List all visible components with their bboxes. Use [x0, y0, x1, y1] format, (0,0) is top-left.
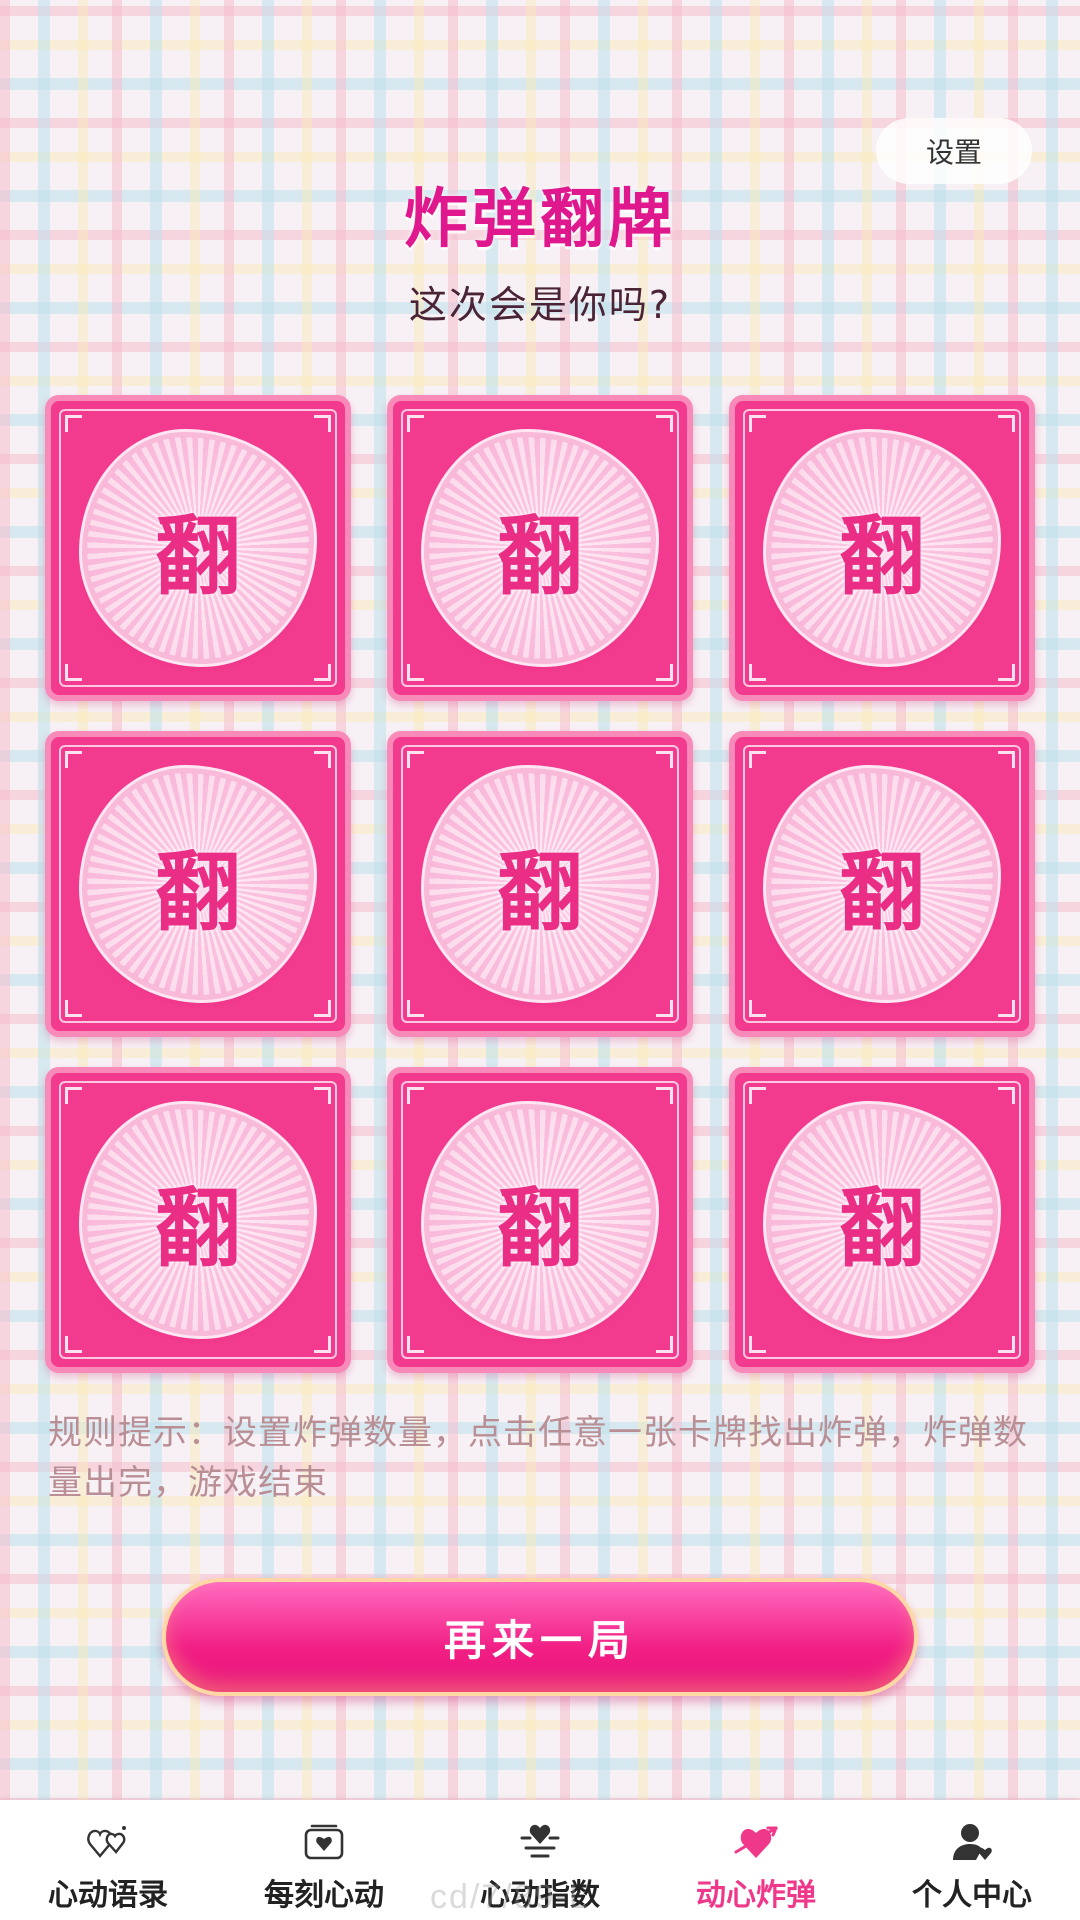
watermark: cd/7/89-L: [430, 1878, 590, 1916]
card-label: 翻: [839, 506, 925, 607]
flip-card[interactable]: 翻: [729, 1067, 1035, 1373]
card-badge: 翻: [87, 1109, 309, 1331]
card-corner-ornament: [407, 1087, 424, 1104]
card-corner-ornament: [314, 1087, 331, 1104]
card-corner-ornament: [407, 664, 424, 681]
card-corner-ornament: [749, 1336, 766, 1353]
tab-love-quotes[interactable]: 心动语录: [0, 1800, 216, 1920]
card-corner-ornament: [749, 415, 766, 432]
card-corner-ornament: [656, 1336, 673, 1353]
card-corner-ornament: [407, 415, 424, 432]
card-badge: 翻: [771, 773, 993, 995]
card-corner-ornament: [407, 751, 424, 768]
card-corner-ornament: [998, 1087, 1015, 1104]
card-corner-ornament: [656, 664, 673, 681]
flip-card[interactable]: 翻: [729, 731, 1035, 1037]
flip-card[interactable]: 翻: [387, 395, 693, 701]
card-corner-ornament: [65, 415, 82, 432]
card-corner-ornament: [314, 1000, 331, 1017]
card-corner-ornament: [407, 1000, 424, 1017]
card-corner-ornament: [656, 751, 673, 768]
card-badge: 翻: [771, 1109, 993, 1331]
arrow-heart-icon: [734, 1822, 778, 1862]
user-icon: [950, 1822, 994, 1862]
card-corner-ornament: [656, 415, 673, 432]
card-corner-ornament: [749, 1087, 766, 1104]
tab-every-moment[interactable]: 每刻心动: [216, 1800, 432, 1920]
card-corner-ornament: [749, 664, 766, 681]
flip-card[interactable]: 翻: [45, 1067, 351, 1373]
card-corner-ornament: [749, 751, 766, 768]
tab-label: 每刻心动: [264, 1878, 384, 1913]
tab-label: 个人中心: [912, 1878, 1032, 1913]
card-label: 翻: [497, 506, 583, 607]
card-label: 翻: [497, 842, 583, 943]
page-subtitle: 这次会是你吗?: [408, 283, 672, 327]
card-corner-ornament: [407, 1336, 424, 1353]
tab-label: 动心炸弹: [696, 1878, 816, 1913]
card-badge: 翻: [429, 1109, 651, 1331]
card-corner-ornament: [65, 1087, 82, 1104]
hearts-icon: [86, 1822, 130, 1862]
card-corner-ornament: [998, 1000, 1015, 1017]
card-label: 翻: [155, 506, 241, 607]
rules-hint: 规则提示：设置炸弹数量，点击任意一张卡牌找出炸弹，炸弹数量出完，游戏结束: [48, 1413, 1028, 1503]
card-badge: 翻: [771, 437, 993, 659]
flip-card[interactable]: 翻: [45, 731, 351, 1037]
card-corner-ornament: [998, 664, 1015, 681]
card-badge: 翻: [429, 773, 651, 995]
card-corner-ornament: [314, 1336, 331, 1353]
flip-card[interactable]: 翻: [387, 731, 693, 1037]
card-corner-ornament: [314, 751, 331, 768]
card-grid: 翻 翻 翻 翻 翻 翻 翻 翻 翻: [45, 395, 1035, 1373]
card-label: 翻: [839, 842, 925, 943]
play-again-button[interactable]: 再来一局: [162, 1578, 918, 1696]
card-badge: 翻: [87, 773, 309, 995]
card-badge: 翻: [429, 437, 651, 659]
flip-card[interactable]: 翻: [45, 395, 351, 701]
card-corner-ornament: [65, 751, 82, 768]
card-label: 翻: [155, 1178, 241, 1279]
page-title: 炸弹翻牌: [404, 183, 676, 257]
card-label: 翻: [497, 1178, 583, 1279]
card-label: 翻: [839, 1178, 925, 1279]
card-corner-ornament: [65, 664, 82, 681]
card-corner-ornament: [656, 1087, 673, 1104]
card-corner-ornament: [314, 664, 331, 681]
card-corner-ornament: [65, 1336, 82, 1353]
heart-gauge-icon: [518, 1822, 562, 1862]
card-corner-ornament: [65, 1000, 82, 1017]
card-corner-ornament: [998, 751, 1015, 768]
card-corner-ornament: [749, 1000, 766, 1017]
flip-card[interactable]: 翻: [387, 1067, 693, 1373]
card-corner-ornament: [998, 415, 1015, 432]
card-corner-ornament: [656, 1000, 673, 1017]
tab-profile[interactable]: 个人中心: [864, 1800, 1080, 1920]
card-badge: 翻: [87, 437, 309, 659]
card-label: 翻: [155, 842, 241, 943]
tab-label: 心动语录: [48, 1878, 168, 1913]
flip-card[interactable]: 翻: [729, 395, 1035, 701]
heart-frame-icon: [302, 1822, 346, 1862]
card-corner-ornament: [314, 415, 331, 432]
card-corner-ornament: [998, 1336, 1015, 1353]
tab-love-bomb[interactable]: 动心炸弹: [648, 1800, 864, 1920]
